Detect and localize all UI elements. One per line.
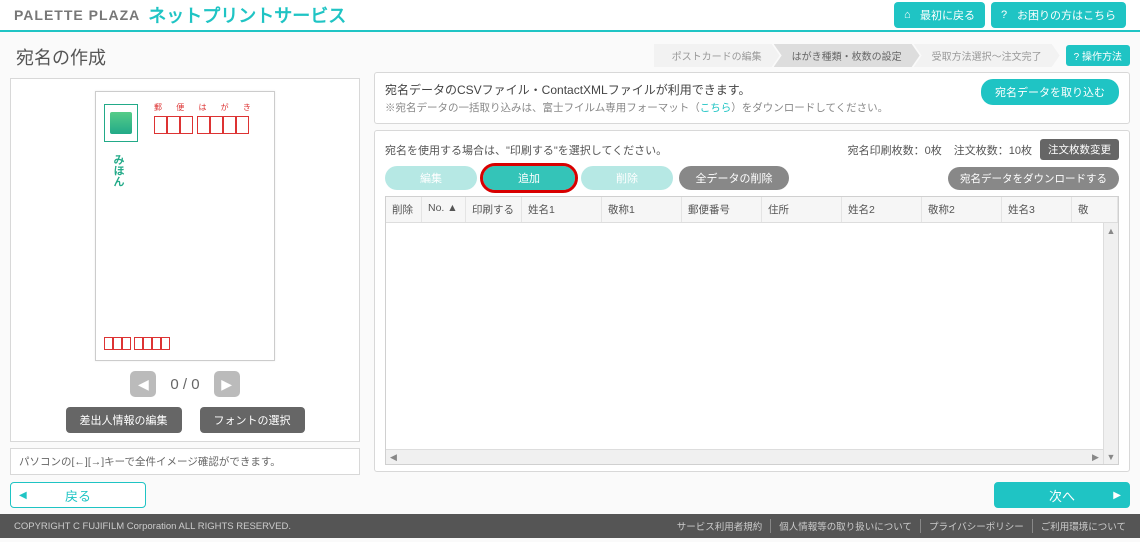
- delete-all-button[interactable]: 全データの削除: [679, 166, 789, 190]
- scroll-right-icon[interactable]: ▶: [1088, 450, 1103, 464]
- recipient-zip-boxes: [154, 116, 249, 134]
- download-data-button[interactable]: 宛名データをダウンロードする: [948, 167, 1119, 190]
- change-order-count-button[interactable]: 注文枚数変更: [1040, 139, 1119, 160]
- footer-environment-link[interactable]: ご利用環境について: [1032, 519, 1126, 533]
- scroll-up-icon[interactable]: ▲: [1104, 223, 1118, 238]
- import-data-button[interactable]: 宛名データを取り込む: [981, 79, 1119, 105]
- step-type-count[interactable]: はがき種類・枚数の設定: [774, 44, 920, 67]
- sender-zip-boxes: [104, 337, 170, 350]
- postcard-preview: 郵 便 は が き みほん: [95, 91, 275, 361]
- csv-sub-pre: ※宛名データの一括取り込みは、富士フイルム専用フォーマット（: [385, 102, 700, 114]
- delete-row-button[interactable]: 削除: [581, 166, 673, 190]
- horizontal-scrollbar[interactable]: ◀ ▶: [386, 449, 1103, 464]
- copyright: COPYRIGHT C FUJIFILM Corporation ALL RIG…: [14, 521, 291, 532]
- stamp-icon: [104, 104, 138, 142]
- home-button[interactable]: ⌂ 最初に戻る: [894, 2, 985, 28]
- col-title1[interactable]: 敬称1: [602, 197, 682, 222]
- preview-panel: 郵 便 は が き みほん ◀ 0 / 0 ▶ 差出人情報の編集 フォントの選択: [10, 78, 360, 442]
- question-icon: ?: [1001, 9, 1013, 21]
- col-title2[interactable]: 敬称2: [922, 197, 1002, 222]
- scroll-down-icon[interactable]: ▼: [1104, 449, 1118, 464]
- keyboard-hint: パソコンの[←][→]キーで全件イメージ確認ができます。: [10, 448, 360, 475]
- pager-text: 0 / 0: [170, 376, 199, 393]
- grid-body: ▲ ▼ ◀ ▶: [386, 223, 1118, 464]
- edit-row-button[interactable]: 編集: [385, 166, 477, 190]
- help-button-label: お困りの方はこちら: [1017, 7, 1116, 23]
- footer-terms-link[interactable]: サービス利用者規約: [669, 519, 763, 533]
- scroll-left-icon[interactable]: ◀: [386, 450, 401, 464]
- sample-watermark: みほん: [110, 154, 126, 187]
- operation-guide-label: 操作方法: [1082, 52, 1122, 63]
- prev-page-button[interactable]: ◀: [130, 371, 156, 397]
- footer-privacy-policy-link[interactable]: プライバシーポリシー: [920, 519, 1024, 533]
- import-panel: 宛名データを取り込む 宛名データのCSVファイル・ContactXMLファイルが…: [374, 72, 1130, 124]
- font-select-button[interactable]: フォントの選択: [200, 407, 305, 433]
- col-name1[interactable]: 姓名1: [522, 197, 602, 222]
- col-name3[interactable]: 姓名3: [1002, 197, 1072, 222]
- brand-logo-2: ネットプリントサービス: [148, 2, 346, 28]
- address-panel: 宛名を使用する場合は、"印刷する"を選択してください。 宛名印刷枚数：0枚 注文…: [374, 130, 1130, 472]
- format-download-link[interactable]: こちら: [700, 102, 732, 114]
- question-icon: ?: [1074, 52, 1082, 63]
- col-print[interactable]: 印刷する: [466, 197, 522, 222]
- col-zip[interactable]: 郵便番号: [682, 197, 762, 222]
- col-no[interactable]: No. ▲: [422, 197, 466, 222]
- operation-guide-button[interactable]: ? 操作方法: [1066, 45, 1130, 66]
- next-button[interactable]: 次へ: [994, 482, 1130, 508]
- back-button[interactable]: 戻る: [10, 482, 146, 508]
- help-button[interactable]: ? お困りの方はこちら: [991, 2, 1126, 28]
- col-extra[interactable]: 敬: [1072, 197, 1118, 222]
- add-row-button[interactable]: 追加: [483, 166, 575, 190]
- sender-edit-button[interactable]: 差出人情報の編集: [66, 407, 182, 433]
- print-count-value: 0枚: [925, 145, 942, 157]
- print-count-label: 宛名印刷枚数：: [848, 145, 925, 157]
- home-button-label: 最初に戻る: [920, 7, 975, 23]
- postcard-label: 郵 便 は が き: [154, 102, 257, 113]
- vertical-scrollbar[interactable]: ▲ ▼: [1103, 223, 1118, 464]
- col-delete[interactable]: 削除: [386, 197, 422, 222]
- grid-header: 削除 No. ▲ 印刷する 姓名1 敬称1 郵便番号 住所 姓名2 敬称2 姓名…: [386, 197, 1118, 223]
- print-instruction: 宛名を使用する場合は、"印刷する"を選択してください。: [385, 142, 667, 158]
- brand-logo-1: PALETTE PLAZA: [14, 7, 140, 23]
- order-count-label: 注文枚数：: [954, 145, 1009, 157]
- col-name2[interactable]: 姓名2: [842, 197, 922, 222]
- footer-privacy-handling-link[interactable]: 個人情報等の取り扱いについて: [770, 519, 912, 533]
- csv-sub-post: ）をダウンロードしてください。: [731, 102, 888, 114]
- page-title: 宛名の作成: [10, 44, 360, 70]
- step-postcard-edit[interactable]: ポストカードの編集: [654, 44, 780, 67]
- order-count-value: 10枚: [1009, 145, 1032, 157]
- home-icon: ⌂: [904, 9, 916, 21]
- step-receive-order[interactable]: 受取方法選択～注文完了: [914, 44, 1060, 67]
- next-page-button[interactable]: ▶: [214, 371, 240, 397]
- address-grid: 削除 No. ▲ 印刷する 姓名1 敬称1 郵便番号 住所 姓名2 敬称2 姓名…: [385, 196, 1119, 465]
- col-addr[interactable]: 住所: [762, 197, 842, 222]
